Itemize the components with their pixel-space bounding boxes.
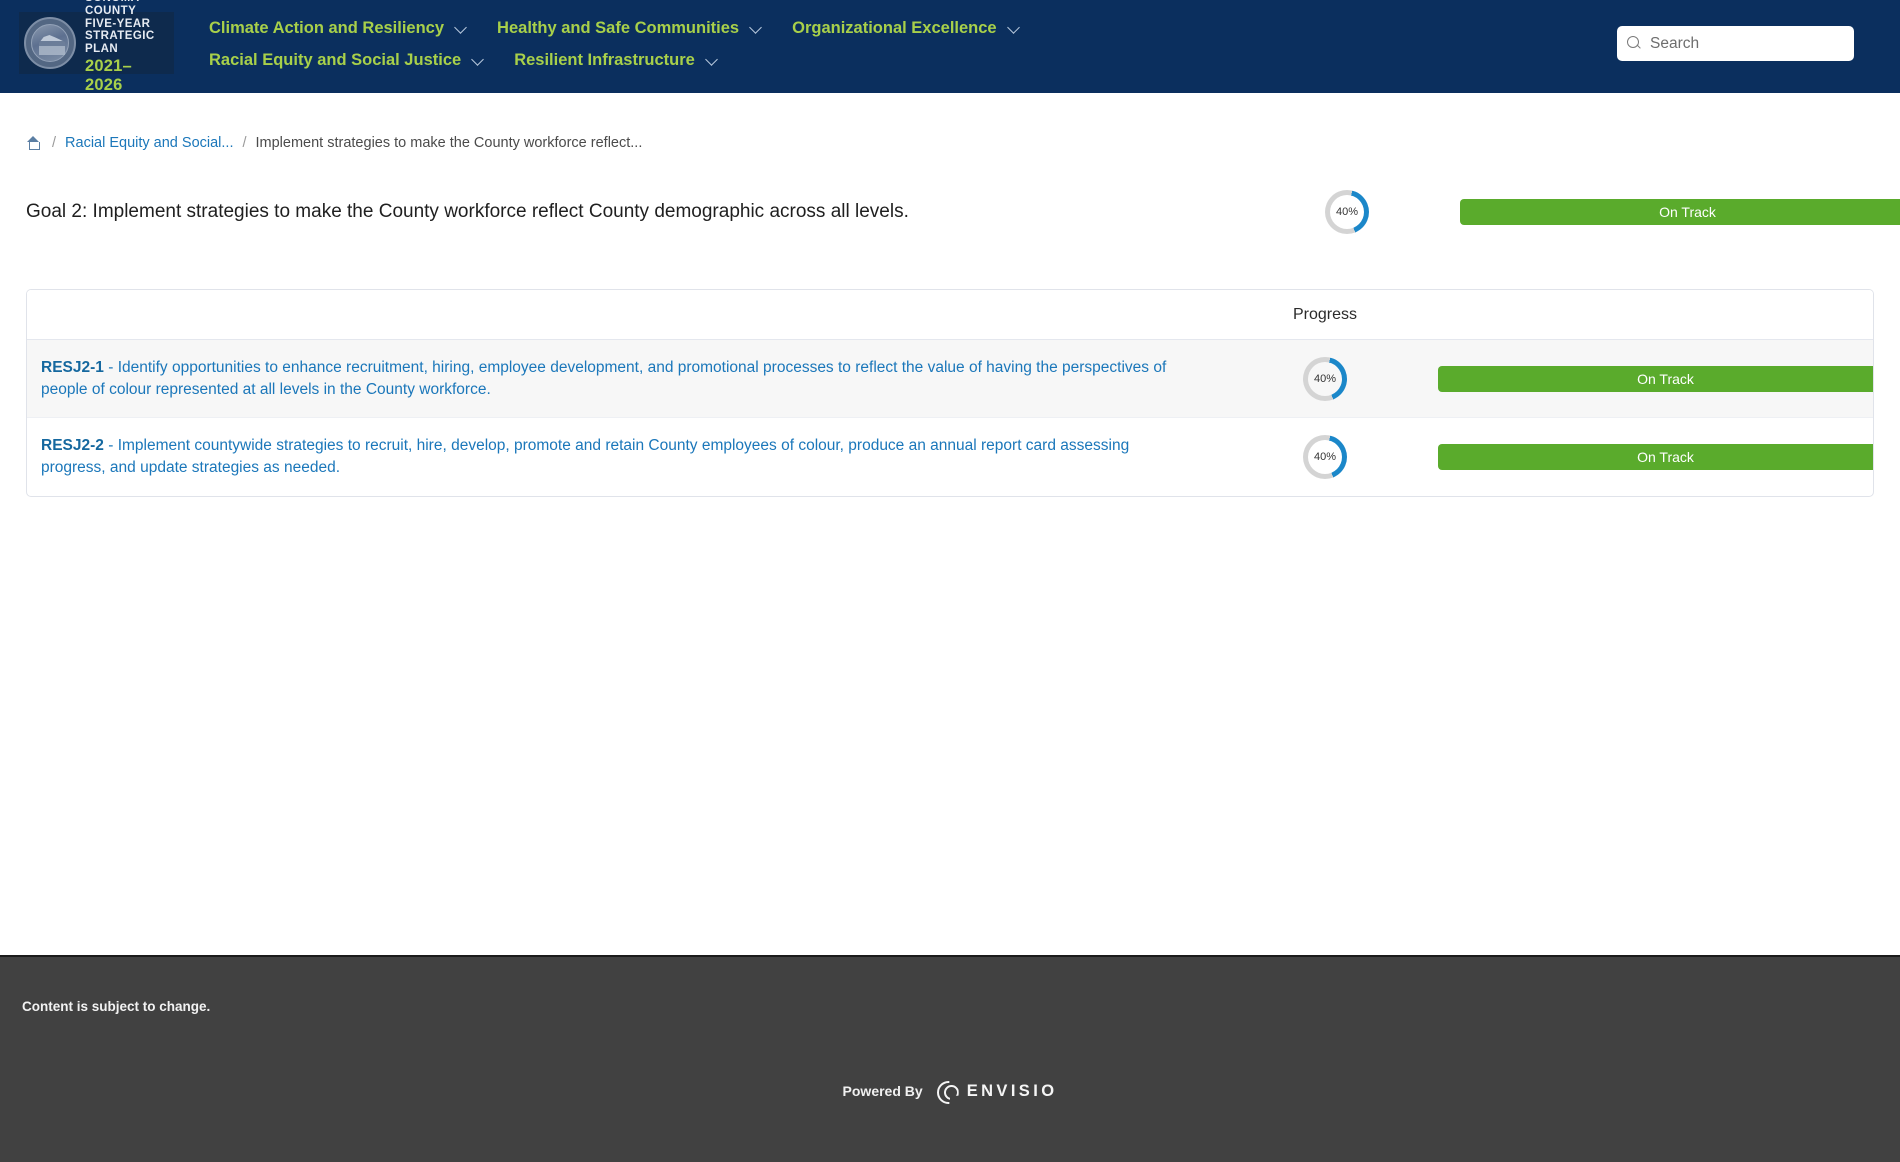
chevron-down-icon: [1009, 22, 1021, 34]
objective-description-cell: RESJ2-2 - Implement countywide strategie…: [27, 421, 1212, 493]
nav-item-resilient-infrastructure[interactable]: Resilient Infrastructure: [514, 44, 719, 76]
nav-item-organizational-excellence[interactable]: Organizational Excellence: [792, 12, 1021, 44]
breadcrumb: / Racial Equity and Social... / Implemen…: [26, 93, 1874, 151]
objective-status-cell: On Track: [1438, 365, 1873, 392]
table-header-row: Progress: [27, 290, 1873, 340]
objective-separator: -: [103, 437, 118, 454]
logo-line-1: SONOMA COUNTY: [85, 0, 139, 17]
objective-description-cell: RESJ2-1 - Identify opportunities to enha…: [27, 343, 1212, 415]
table-row[interactable]: RESJ2-1 - Identify opportunities to enha…: [27, 340, 1873, 418]
logo-line-3: STRATEGIC PLAN: [85, 30, 155, 56]
objective-progress-cell: 40%: [1212, 435, 1438, 479]
logo-text: SONOMA COUNTY FIVE-YEAR STRATEGIC PLAN 2…: [85, 0, 169, 94]
nav-item-racial-equity-and-social-justice[interactable]: Racial Equity and Social Justice: [209, 44, 485, 76]
objective-progress-donut: 40%: [1303, 356, 1347, 401]
objective-code[interactable]: RESJ2-2: [41, 437, 104, 454]
footer-disclaimer: Content is subject to change.: [22, 999, 211, 1014]
logo-line-2: FIVE-YEAR: [85, 17, 151, 30]
objective-code[interactable]: RESJ2-1: [41, 359, 104, 376]
site-header: SONOMA COUNTY FIVE-YEAR STRATEGIC PLAN 2…: [0, 0, 1900, 94]
search-input[interactable]: [1650, 34, 1844, 53]
search-icon: [1627, 36, 1642, 51]
logo-line-4-years: 2021–2026: [85, 57, 132, 94]
goal-status-badge[interactable]: On Track: [1460, 199, 1900, 225]
objective-progress-cell: 40%: [1212, 356, 1438, 401]
objective-progress-value: 40%: [1313, 451, 1337, 463]
page-content: / Racial Equity and Social... / Implemen…: [0, 93, 1900, 955]
breadcrumb-separator: /: [52, 135, 57, 151]
objective-progress-value: 40%: [1313, 372, 1337, 385]
table-header-progress: Progress: [1292, 305, 1358, 323]
goal-progress-value: 40%: [1335, 206, 1359, 218]
chevron-down-icon: [456, 22, 468, 34]
chevron-down-icon: [473, 54, 485, 66]
nav-item-label: Racial Equity and Social Justice: [209, 50, 462, 69]
envisio-mark-icon: [936, 1079, 960, 1103]
breadcrumb-item-parent[interactable]: Racial Equity and Social...: [65, 135, 233, 151]
breadcrumb-item-current: Implement strategies to make the County …: [255, 135, 643, 151]
page-title: Goal 2: Implement strategies to make the…: [26, 200, 909, 222]
objective-status-cell: On Track: [1438, 444, 1873, 470]
chevron-down-icon: [751, 22, 763, 34]
objective-progress-donut: 40%: [1303, 435, 1347, 479]
site-footer: Content is subject to change. Powered By…: [0, 955, 1900, 1162]
envisio-wordmark: ENVISIO: [966, 1081, 1058, 1100]
goal-summary-row: Goal 2: Implement strategies to make the…: [26, 189, 1900, 235]
table-row[interactable]: RESJ2-2 - Implement countywide strategie…: [27, 418, 1873, 496]
objective-status-badge[interactable]: On Track: [1438, 365, 1873, 392]
objective-separator: -: [103, 358, 118, 376]
objective-description[interactable]: Implement countywide strategies to recru…: [41, 437, 1129, 476]
goal-progress-cell: 40%: [1234, 190, 1460, 234]
objective-description[interactable]: Identify opportunities to enhance recrui…: [41, 359, 1166, 398]
envisio-logo[interactable]: ENVISIO: [936, 1079, 1058, 1103]
powered-by-label: Powered By: [842, 1083, 923, 1099]
chevron-down-icon: [707, 54, 719, 66]
goal-progress-donut: 40%: [1325, 190, 1369, 234]
main-navigation: Climate Action and Resiliency Healthy an…: [209, 0, 1209, 76]
nav-item-label: Organizational Excellence: [792, 18, 997, 37]
objectives-table: Progress RESJ2-1 - Identify opportunitie…: [26, 289, 1874, 497]
nav-item-label: Climate Action and Resiliency: [209, 18, 445, 37]
powered-by-block: Powered By ENVISIO: [0, 1079, 1900, 1103]
breadcrumb-separator: /: [242, 135, 247, 151]
nav-item-climate-action-and-resiliency[interactable]: Climate Action and Resiliency: [209, 12, 468, 44]
search-box[interactable]: [1617, 26, 1854, 61]
objective-status-badge[interactable]: On Track: [1438, 444, 1873, 470]
nav-item-healthy-and-safe-communities[interactable]: Healthy and Safe Communities: [497, 12, 763, 44]
site-logo[interactable]: SONOMA COUNTY FIVE-YEAR STRATEGIC PLAN 2…: [19, 0, 174, 94]
nav-item-label: Resilient Infrastructure: [514, 50, 695, 69]
nav-item-label: Healthy and Safe Communities: [497, 18, 740, 37]
sonoma-county-seal-icon: [24, 17, 76, 69]
home-icon[interactable]: [26, 136, 41, 150]
